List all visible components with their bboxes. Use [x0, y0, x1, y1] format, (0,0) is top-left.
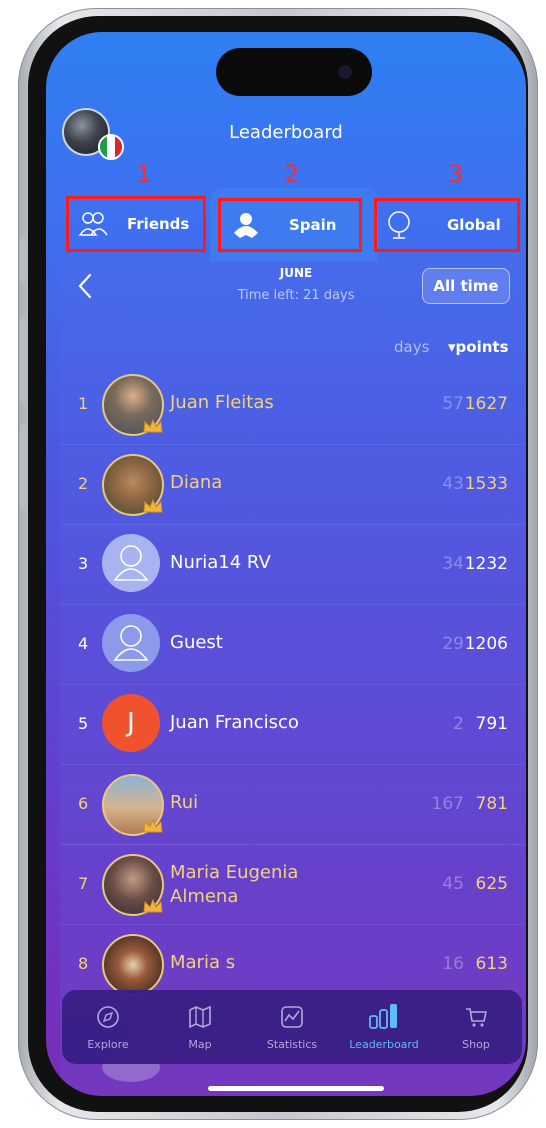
compass-icon: [97, 1006, 119, 1028]
leaderboard-row[interactable]: 7 Maria Eugenia Almena 45 625: [60, 844, 526, 925]
tab-friends[interactable]: Friends: [66, 196, 206, 252]
row-name: Diana: [170, 472, 223, 493]
crown-icon: [143, 818, 163, 833]
nav-statistics[interactable]: Statistics: [246, 990, 338, 1064]
page-title: Leaderboard: [229, 122, 343, 143]
row-name: Juan Fleitas: [170, 392, 274, 413]
default-user-icon: [113, 625, 149, 661]
row-name: Juan Francisco: [170, 712, 299, 733]
row-name: Nuria14 RV: [170, 552, 271, 573]
crown-icon: [143, 898, 163, 913]
nav-shop-label: Shop: [462, 1038, 490, 1051]
home-indicator[interactable]: [208, 1086, 384, 1091]
row-rank: 3: [78, 554, 89, 573]
globe-icon: [388, 211, 410, 239]
avatar: [102, 934, 164, 996]
row-name: Guest: [170, 632, 223, 653]
nav-explore[interactable]: Explore: [62, 990, 154, 1064]
crown-icon: [143, 418, 163, 433]
days-column-header[interactable]: days: [394, 338, 429, 356]
avatar-initial: J: [127, 708, 135, 738]
annotation-1: 1: [136, 160, 152, 188]
crown-icon: [143, 498, 163, 513]
row-days: 57: [442, 394, 464, 414]
camera-icon: [338, 65, 352, 79]
row-rank: 7: [78, 874, 89, 893]
row-rank: 6: [78, 794, 89, 813]
row-points: 1232: [464, 554, 508, 574]
default-user-icon: [113, 545, 149, 581]
friends-icon: [78, 212, 108, 236]
row-points: 781: [475, 794, 508, 814]
all-time-button[interactable]: All time: [422, 268, 510, 304]
action-button: [20, 238, 26, 282]
tab-global-label: Global: [447, 216, 501, 234]
row-days: 29: [442, 634, 464, 654]
row-name-line-2: Almena: [170, 886, 239, 907]
row-name-line-1: Maria Eugenia: [170, 862, 299, 883]
row-rank: 4: [78, 634, 89, 653]
row-rank: 8: [78, 954, 89, 973]
row-points: 1206: [464, 634, 508, 654]
nav-explore-label: Explore: [87, 1038, 129, 1051]
nav-leaderboard[interactable]: Leaderboard: [338, 990, 430, 1064]
avatar: [102, 614, 160, 672]
row-days: 2: [453, 714, 464, 734]
row-days: 45: [442, 874, 464, 894]
nav-shop[interactable]: Shop: [430, 990, 522, 1064]
leaderboard-row[interactable]: 3 Nuria14 RV 34 1232: [60, 524, 526, 605]
cart-icon: [466, 1008, 487, 1027]
leaderboard-icon: [369, 1004, 397, 1029]
avatar: J: [102, 694, 160, 752]
row-points: 625: [475, 874, 508, 894]
leaderboard-row[interactable]: 5 J Juan Francisco 2 791: [60, 684, 526, 765]
leaderboard-row[interactable]: 1 Juan Fleitas 57 1627: [60, 364, 526, 445]
tab-spain[interactable]: Spain: [218, 198, 362, 252]
statistics-icon: [281, 1006, 303, 1028]
nav-map[interactable]: Map: [154, 990, 246, 1064]
nav-map-label: Map: [188, 1038, 212, 1051]
leaderboard-row[interactable]: 6 Rui 167 781: [60, 764, 526, 845]
volume-up-button: [20, 318, 26, 404]
row-days: 43: [442, 474, 464, 494]
tab-spain-label: Spain: [289, 216, 337, 234]
annotation-3: 3: [448, 160, 464, 188]
row-points: 1627: [464, 394, 508, 414]
row-rank: 2: [78, 474, 89, 493]
row-rank: 1: [78, 394, 89, 413]
dynamic-island: [216, 48, 372, 96]
row-points: 791: [475, 714, 508, 734]
row-rank: 5: [78, 714, 89, 733]
time-left-text: Time left: 21 days: [237, 288, 355, 303]
leaderboard-row[interactable]: 4 Guest 29 1206: [60, 604, 526, 685]
map-icon: [189, 1005, 211, 1029]
nav-statistics-label: Statistics: [266, 1038, 318, 1051]
period-month: JUNE: [279, 266, 313, 280]
annotation-2: 2: [284, 160, 300, 188]
tab-global[interactable]: Global: [374, 198, 520, 252]
row-name: Maria s: [170, 952, 236, 973]
row-points: 613: [475, 954, 508, 974]
tab-friends-label: Friends: [127, 215, 190, 233]
avatar: [102, 534, 160, 592]
nav-leaderboard-label: Leaderboard: [349, 1038, 419, 1051]
row-days: 167: [431, 794, 464, 814]
bottom-navigation: Explore Map Statistics Leaderboard Shop: [62, 990, 522, 1064]
row-days: 34: [442, 554, 464, 574]
volume-down-button: [20, 424, 26, 510]
user-location-icon: [234, 213, 258, 238]
row-days: 16: [442, 954, 464, 974]
back-chevron-icon[interactable]: [76, 272, 94, 300]
row-name: Rui: [170, 792, 199, 813]
row-points: 1533: [464, 474, 508, 494]
points-column-header[interactable]: ▾points: [448, 338, 509, 356]
leaderboard-row[interactable]: 2 Diana 43 1533: [60, 444, 526, 525]
app-screen: Leaderboard 1 2 3 Friends Spain Global J…: [46, 32, 526, 1096]
